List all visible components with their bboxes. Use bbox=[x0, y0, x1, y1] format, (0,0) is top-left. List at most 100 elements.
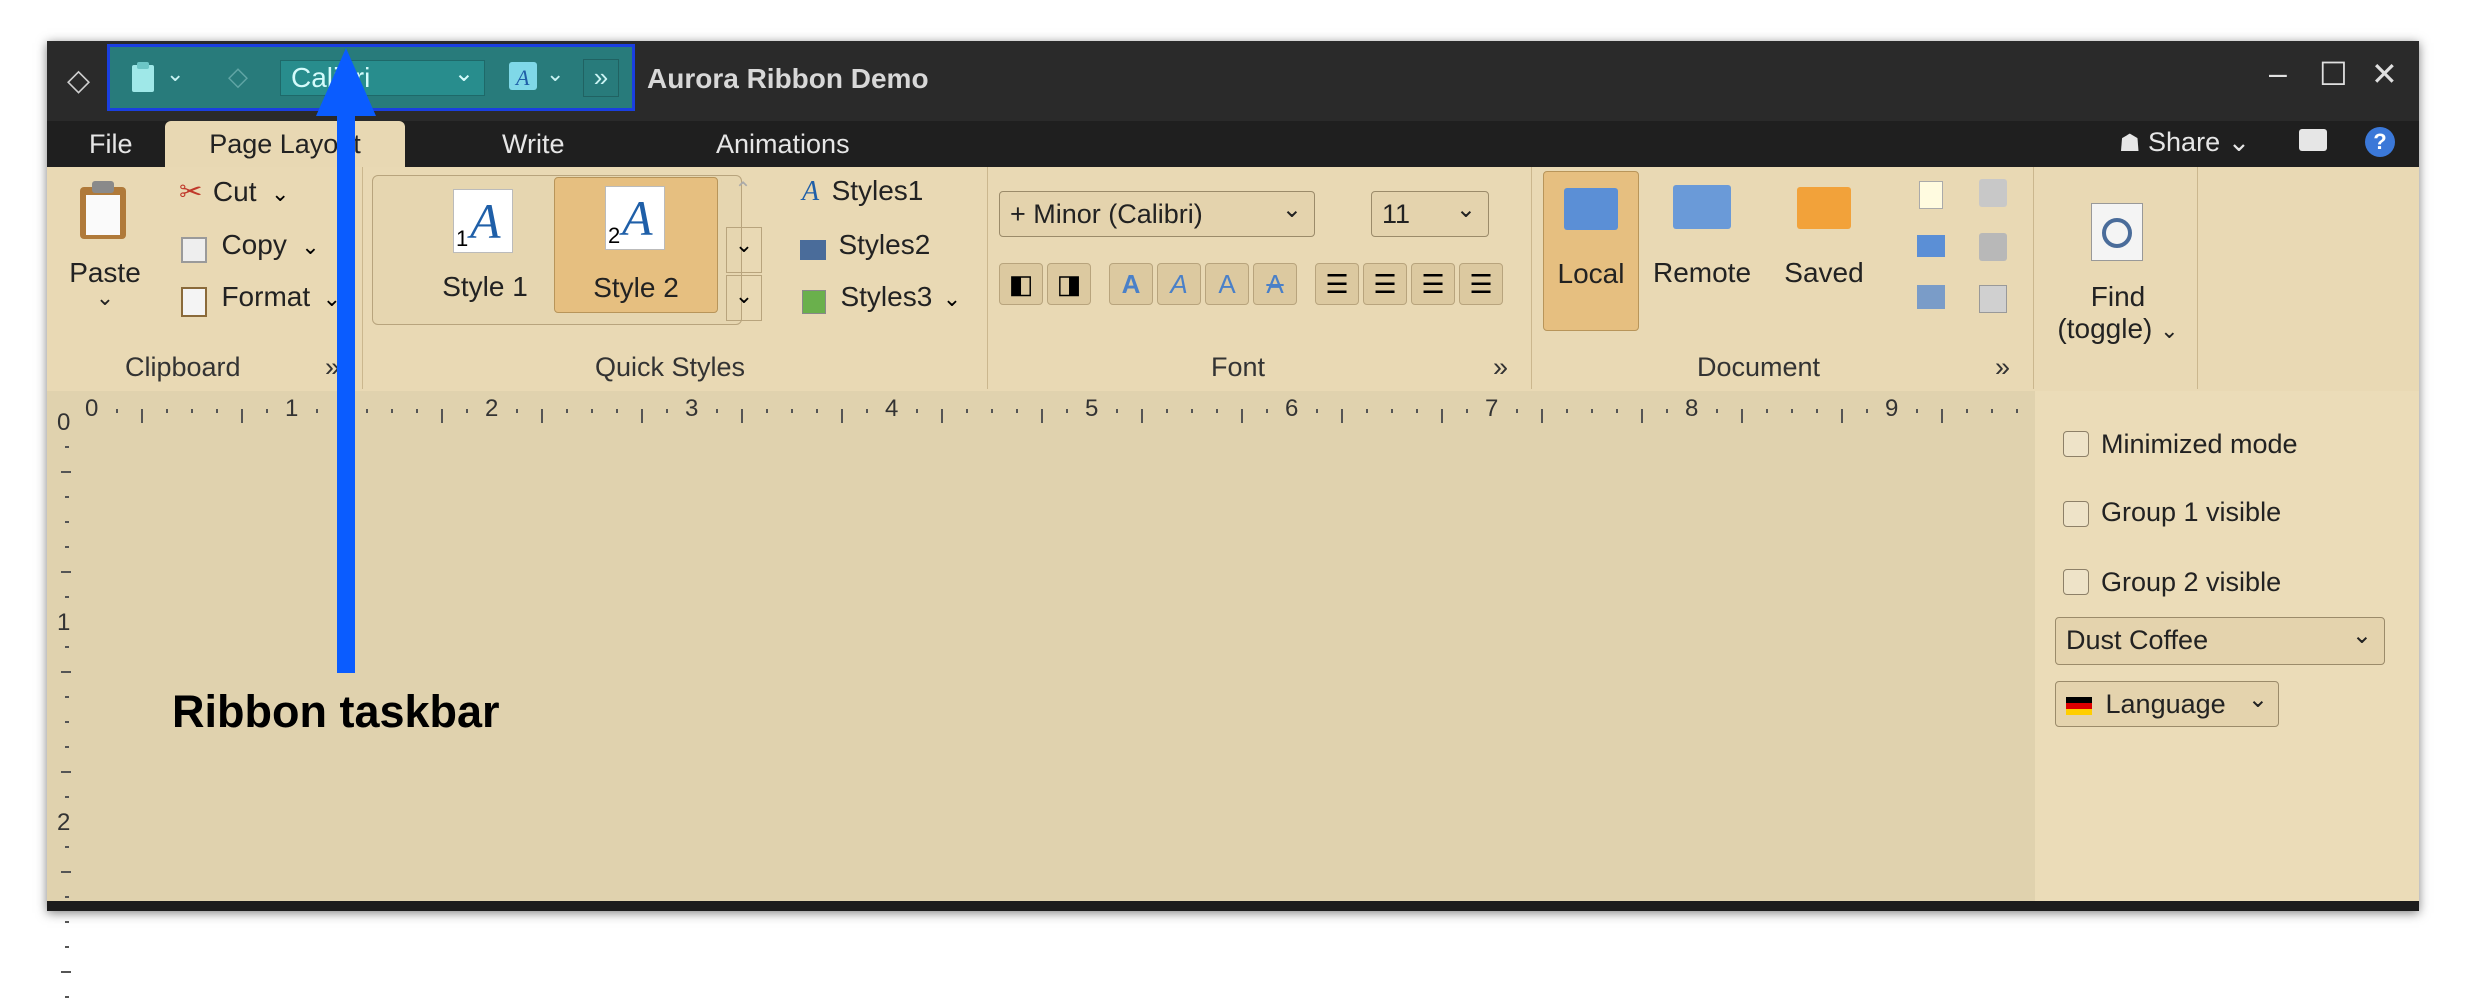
ruler-tick bbox=[166, 409, 168, 413]
style-1-number: 1 bbox=[456, 226, 469, 251]
ruler-number: 1 bbox=[57, 609, 71, 636]
folder-icon bbox=[1564, 188, 1618, 230]
paste-icon[interactable] bbox=[130, 61, 156, 98]
local-button[interactable]: Local bbox=[1543, 171, 1639, 331]
group-1-visible-checkbox[interactable] bbox=[2063, 501, 2089, 527]
ruler-number: 4 bbox=[885, 395, 899, 422]
gallery-expand-button[interactable]: ⌄ bbox=[726, 275, 762, 321]
group-2-visible-checkbox[interactable] bbox=[2063, 569, 2089, 595]
ruler-tick bbox=[141, 409, 143, 423]
styles2-label: Styles2 bbox=[838, 229, 931, 260]
skin-select[interactable]: Dust Coffee ⌄ bbox=[2055, 617, 2385, 665]
ruler-number: 6 bbox=[1285, 395, 1299, 422]
zoom-icon[interactable] bbox=[1979, 285, 2007, 313]
chevron-down-icon: ⌄ bbox=[2247, 686, 2268, 713]
font-style-icon[interactable]: A bbox=[508, 61, 538, 96]
align-right-button[interactable]: ☰ bbox=[1411, 263, 1455, 305]
ruler-tick bbox=[1116, 409, 1118, 413]
styles3-button[interactable]: Styles3 ⌄ bbox=[802, 281, 961, 314]
open-folder-icon[interactable] bbox=[1917, 235, 1945, 257]
german-flag-icon bbox=[2066, 696, 2092, 715]
increase-indent-button[interactable]: ◨ bbox=[1047, 263, 1091, 305]
help-button[interactable]: ? bbox=[2365, 127, 2395, 157]
ruler-tick bbox=[1916, 409, 1918, 413]
font-size-combo[interactable]: 11 ⌄ bbox=[1371, 191, 1489, 237]
italic-a-button[interactable]: A bbox=[1157, 263, 1201, 305]
style-2-button[interactable]: A 2 Style 2 bbox=[554, 177, 718, 313]
ruler-tick bbox=[1666, 409, 1668, 413]
language-select[interactable]: Language ⌄ bbox=[2055, 681, 2279, 727]
chevron-down-icon: ⌄ bbox=[2351, 622, 2372, 649]
ruler-tick bbox=[1566, 409, 1568, 413]
ruler-number: 7 bbox=[1485, 395, 1499, 422]
paste-button[interactable]: Paste ⌄ bbox=[65, 173, 145, 323]
tab-page-layout[interactable]: Page Layout bbox=[165, 121, 405, 167]
strikethrough-a-button[interactable]: A bbox=[1253, 263, 1297, 305]
ruler-tick bbox=[791, 409, 793, 413]
print-icon[interactable] bbox=[1979, 179, 2007, 207]
share-button[interactable]: ☗ Share ⌄ bbox=[2119, 127, 2250, 158]
style-1-label: Style 1 bbox=[442, 271, 528, 302]
ruler-tick bbox=[1641, 409, 1643, 423]
font-family-value: + Minor (Calibri) bbox=[1010, 199, 1203, 229]
ruler-tick bbox=[2016, 409, 2018, 413]
underline-a-button[interactable]: A bbox=[1205, 263, 1249, 305]
ruler-tick bbox=[1816, 409, 1818, 413]
find-label: Find bbox=[2090, 281, 2146, 312]
chevron-down-icon: ⌄ bbox=[301, 234, 320, 259]
minimize-button[interactable]: – bbox=[2269, 55, 2287, 92]
align-center-button[interactable]: ☰ bbox=[1363, 263, 1407, 305]
save-icon[interactable] bbox=[1917, 285, 1945, 309]
font-family-combo[interactable]: Calibri ⌄ bbox=[280, 60, 485, 96]
format-button[interactable]: Format ⌄ bbox=[181, 281, 341, 317]
font-expand-button[interactable]: » bbox=[1493, 352, 1508, 383]
style-1-button[interactable]: A 1 Style 1 bbox=[405, 181, 565, 317]
print-preview-icon[interactable] bbox=[1979, 233, 2007, 261]
ruler-tick bbox=[666, 409, 668, 413]
ruler-number: 2 bbox=[57, 809, 71, 836]
ruler-number: 9 bbox=[1885, 395, 1899, 422]
chevron-down-icon[interactable]: ⌄ bbox=[166, 61, 184, 87]
ruler-tick bbox=[241, 409, 243, 423]
ruler-tick bbox=[65, 946, 69, 948]
comments-icon[interactable] bbox=[2299, 129, 2327, 151]
styles2-button[interactable]: Styles2 bbox=[800, 229, 930, 261]
find-toggle-button[interactable]: Find (toggle) ⌄ bbox=[2043, 197, 2193, 347]
maximize-button[interactable]: ☐ bbox=[2319, 55, 2348, 93]
justify-button[interactable]: ☰ bbox=[1459, 263, 1503, 305]
minimized-mode-checkbox[interactable] bbox=[2063, 431, 2089, 457]
tab-file[interactable]: File bbox=[89, 129, 133, 160]
font-family-combo[interactable]: + Minor (Calibri) ⌄ bbox=[999, 191, 1315, 237]
cut-button[interactable]: ✂ Cut ⌄ bbox=[179, 175, 289, 211]
bold-a-button[interactable]: A bbox=[1109, 263, 1153, 305]
decrease-indent-button[interactable]: ◧ bbox=[999, 263, 1043, 305]
ruler-tick bbox=[65, 521, 69, 523]
ruler-tick bbox=[65, 496, 69, 498]
ruler-tick bbox=[866, 409, 868, 413]
tab-animations[interactable]: Animations bbox=[716, 129, 850, 160]
ruler-number: 3 bbox=[685, 395, 699, 422]
photo-icon bbox=[802, 289, 826, 314]
chevron-down-icon: ⌄ bbox=[942, 286, 962, 311]
app-menu-icon[interactable]: ◇ bbox=[67, 63, 90, 98]
new-document-icon[interactable] bbox=[1919, 181, 1943, 209]
group-divider bbox=[1531, 167, 1532, 389]
chevron-down-icon: ⌄ bbox=[270, 181, 290, 206]
document-expand-button[interactable]: » bbox=[1995, 352, 2010, 383]
style-2-label: Style 2 bbox=[593, 272, 679, 303]
gallery-scroll-up-button[interactable]: ⌃ bbox=[726, 177, 760, 221]
chevron-down-icon[interactable]: ⌄ bbox=[546, 61, 564, 87]
copy-button[interactable]: Copy ⌄ bbox=[181, 229, 320, 265]
remote-button[interactable]: Remote bbox=[1647, 171, 1757, 329]
gallery-scroll-down-button[interactable]: ⌄ bbox=[726, 227, 762, 273]
styles1-button[interactable]: A Styles1 bbox=[802, 175, 923, 208]
close-button[interactable]: ✕ bbox=[2371, 55, 2398, 93]
saved-button[interactable]: Saved bbox=[1769, 171, 1879, 329]
options-panel: Minimized mode Group 1 visible Group 2 v… bbox=[2035, 391, 2419, 901]
tab-write[interactable]: Write bbox=[502, 129, 565, 160]
qat-overflow-button[interactable]: » bbox=[583, 59, 619, 97]
ruler-tick bbox=[65, 721, 69, 723]
cut-label: Cut bbox=[212, 176, 257, 207]
styles3-label: Styles3 bbox=[840, 281, 933, 312]
align-left-button[interactable]: ☰ bbox=[1315, 263, 1359, 305]
